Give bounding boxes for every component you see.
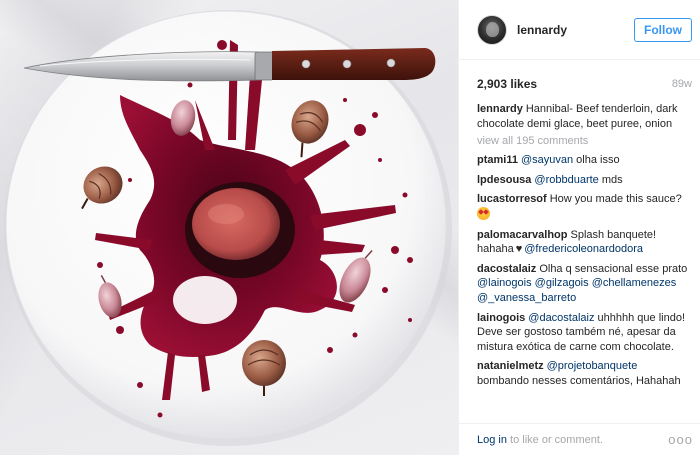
comment-text: bombando nesses comentários, Hahahah (477, 374, 681, 387)
comment-username[interactable]: ptami11 (477, 154, 518, 166)
list-item: palomacarvalhop Splash banquete! hahaha ♥ @… (477, 228, 690, 257)
comment-mention[interactable]: @sayuvan (521, 154, 573, 166)
post-footer: Log in to like or comment. ooo (459, 423, 700, 455)
comment-mention[interactable]: @fredericoleonardodora (524, 243, 643, 255)
beef-tenderloin (185, 182, 295, 278)
like-count[interactable]: 2,903 likes (477, 77, 537, 91)
caption-username[interactable]: lennardy (477, 103, 523, 115)
comment-mention[interactable]: @gilzagois (535, 277, 589, 289)
comment-username[interactable]: natanielmetz (477, 360, 544, 372)
follow-button[interactable]: Follow (634, 17, 692, 42)
comment-text: How you made this sauce? (549, 193, 682, 206)
comment-mention[interactable]: @chellamenezes (592, 277, 677, 289)
comment-mention[interactable]: @projetobanquete (547, 360, 638, 372)
comment-mention[interactable]: @robbduarte (534, 174, 598, 186)
list-item: lpdesousa @robbduarte mds (477, 173, 690, 188)
avatar[interactable] (477, 14, 507, 45)
dish-illustration (4, 10, 452, 446)
author-username[interactable]: lennardy (517, 23, 634, 37)
comment-mention[interactable]: @lainogois (477, 277, 532, 289)
more-options-icon[interactable]: ooo (668, 432, 693, 447)
comment-text: Olha q sensacional esse prato (539, 262, 688, 275)
list-item: natanielmetz @projetobanquete bombando ne… (477, 359, 690, 388)
view-all-comments-link[interactable]: view all 195 comments (477, 135, 690, 147)
caption: lennardy Hannibal- Beef tenderloin, dark … (477, 102, 690, 131)
chef-knife (23, 48, 436, 82)
comment-username[interactable]: lucastorresof (477, 193, 547, 205)
comment-username[interactable]: lainogois (477, 312, 525, 324)
post-header: lennardy Follow (459, 0, 700, 60)
comment-list: lennardy Hannibal- Beef tenderloin, dark … (459, 102, 700, 389)
comment-username[interactable]: palomacarvalhop (477, 229, 567, 241)
list-item: dacostalaiz Olha q sensacional esse prato… (477, 262, 690, 306)
comment-username[interactable]: lpdesousa (477, 174, 531, 186)
login-prompt: Log in to like or comment. (477, 434, 603, 446)
login-prompt-text: to like or comment. (510, 433, 603, 446)
comment-mention[interactable]: @dacostalaiz (528, 312, 594, 324)
instagram-post: lennardy Follow 2,903 likes 89w lennardy… (0, 0, 700, 455)
black-heart-icon: ♥ (515, 243, 523, 256)
post-photo[interactable] (0, 0, 458, 455)
post-stats: 2,903 likes 89w (459, 60, 700, 94)
list-item: lainogois @dacostalaiz uhhhhh que lindo! … (477, 311, 690, 355)
comment-text: mds (601, 173, 623, 186)
list-item: lucastorresof How you made this sauce? (477, 192, 690, 222)
post-age[interactable]: 89w (672, 78, 692, 90)
list-item: ptami11 @sayuvan olha isso (477, 153, 690, 168)
heart-eyes-emoji-icon (477, 206, 490, 220)
login-link[interactable]: Log in (477, 434, 507, 446)
post-sidebar: lennardy Follow 2,903 likes 89w lennardy… (458, 0, 700, 455)
comment-mention[interactable]: @_vanessa_barreto (477, 292, 576, 304)
comment-text: olha isso (576, 154, 620, 167)
comment-username[interactable]: dacostalaiz (477, 263, 536, 275)
